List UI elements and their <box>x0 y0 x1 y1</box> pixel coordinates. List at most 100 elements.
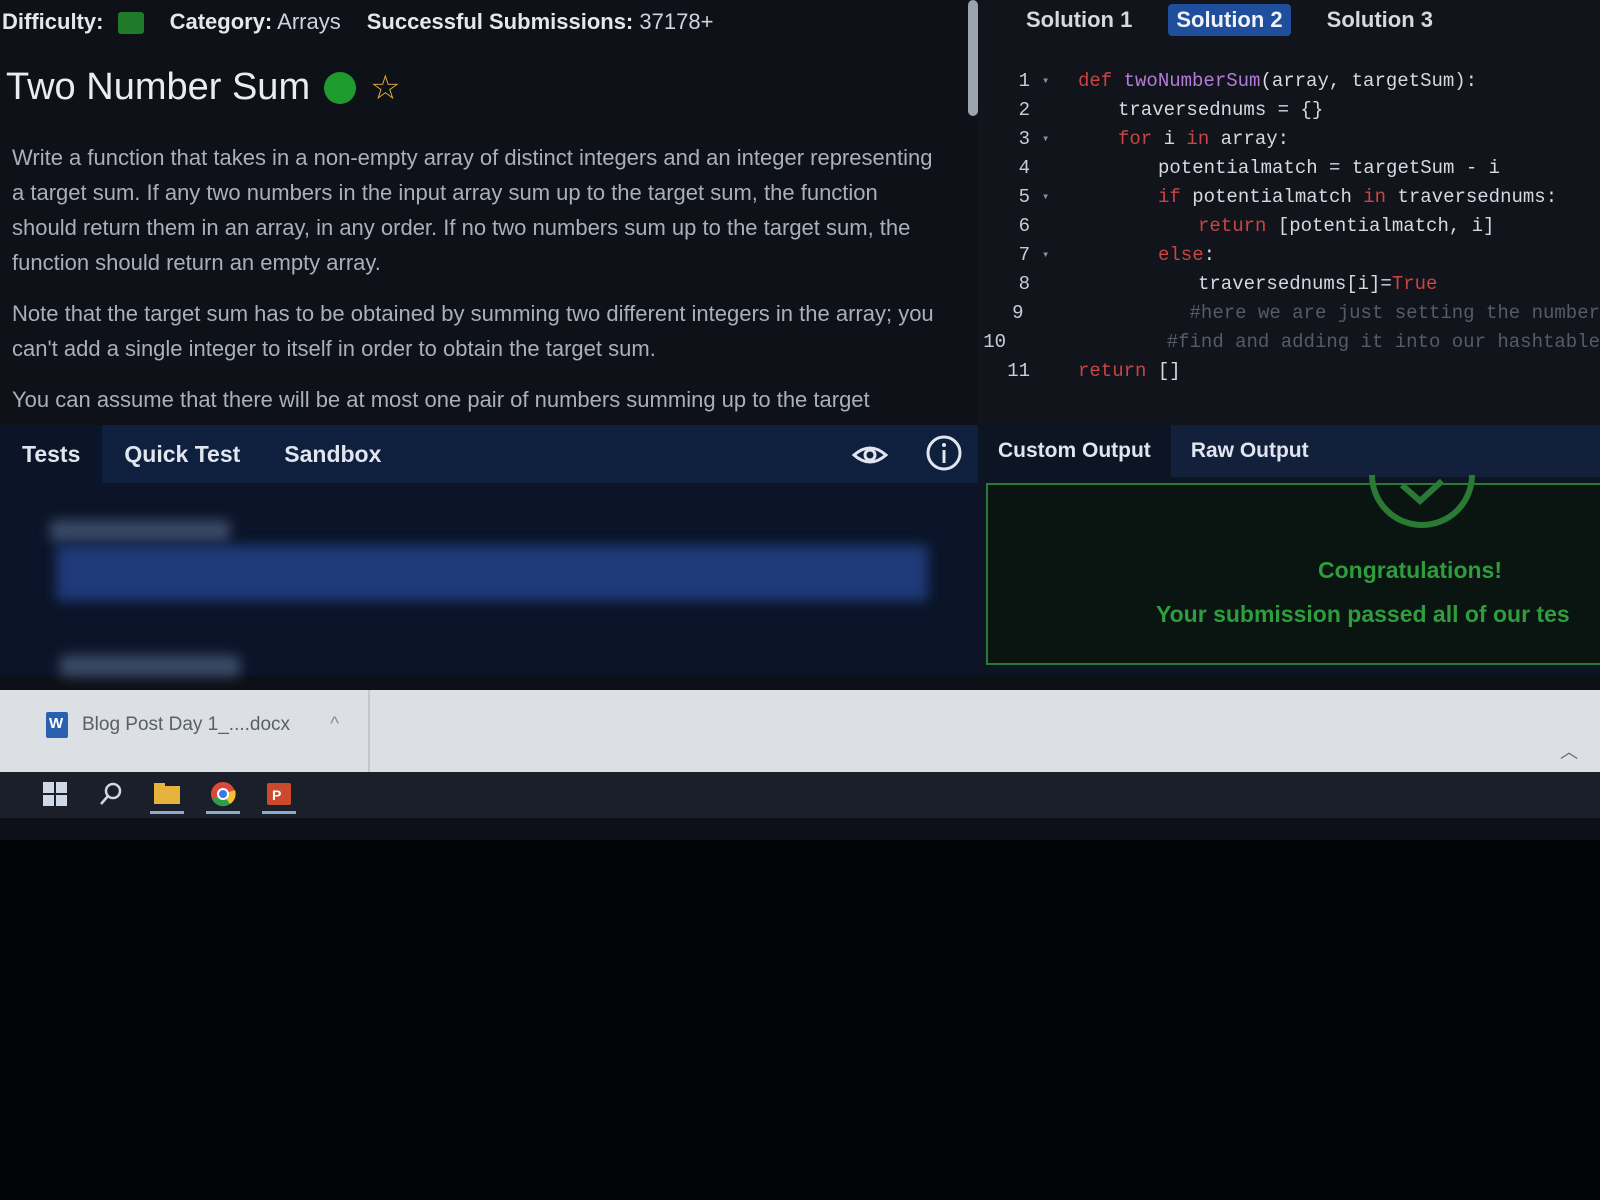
description-paragraph: You can assume that there will be at mos… <box>12 387 870 412</box>
code-token: traversednums: <box>1397 185 1558 208</box>
code-line[interactable]: 1 ▾ def twoNumberSum(array, targetSum): <box>978 66 1600 95</box>
line-number: 11 <box>1007 359 1030 382</box>
category-value: Arrays <box>277 9 341 34</box>
test-case-blurred <box>50 520 230 542</box>
pane-scrollbar[interactable] <box>968 0 978 116</box>
line-number: 9 <box>1012 301 1024 324</box>
code-token: #here we are just setting the number <box>1189 301 1600 324</box>
code-editor[interactable]: 1 ▾ def twoNumberSum(array, targetSum): 2 tr… <box>978 66 1600 385</box>
test-case-blurred <box>60 655 240 677</box>
fold-arrow-icon[interactable]: ▾ <box>1042 189 1058 204</box>
tab-solution-3[interactable]: Solution 3 <box>1319 4 1441 36</box>
code-token: potentialmatch = targetSum - i <box>1158 156 1501 179</box>
chrome-icon[interactable] <box>206 777 240 814</box>
word-document-icon <box>46 712 68 738</box>
code-line[interactable]: 6 return [potentialmatch, i] <box>978 211 1600 240</box>
tab-solution-1[interactable]: Solution 1 <box>1018 4 1140 36</box>
problem-description: Write a function that takes in a non-emp… <box>12 140 942 433</box>
fold-arrow-icon[interactable]: ▾ <box>1042 73 1058 88</box>
chevron-up-icon[interactable]: ^ <box>330 714 339 736</box>
downloads-bar: Blog Post Day 1_....docx ^ ︿ <box>0 690 1600 772</box>
difficulty-indicator <box>117 12 144 35</box>
line-number: 10 <box>983 330 1007 353</box>
tab-tests[interactable]: Tests <box>0 425 103 483</box>
code-token: [potentialmatch, i] <box>1277 214 1495 237</box>
code-text: #here we are just setting the number <box>1050 302 1600 324</box>
description-paragraph: Note that the target sum has to be obtai… <box>12 301 934 361</box>
category: Category: Arrays <box>170 9 341 35</box>
code-text: #find and adding it into our hashtable <box>1027 331 1600 353</box>
category-label: Category: <box>169 9 273 34</box>
problem-meta-bar: Difficulty: Category: Arrays Successful … <box>0 0 980 44</box>
title-row: Two Number Sum ☆ <box>6 66 401 109</box>
code-line[interactable]: 2 traversednums = {} <box>978 95 1600 124</box>
code-token: in <box>1186 127 1221 150</box>
download-filename: Blog Post Day 1_....docx <box>82 714 291 735</box>
success-message: Your submission passed all of our tes <box>1156 601 1570 627</box>
line-number: 2 <box>1018 98 1030 121</box>
code-line[interactable]: 7 ▾ else: <box>978 240 1600 269</box>
laptop-screen: Difficulty: Category: Arrays Successful … <box>0 0 1600 840</box>
code-token: array: <box>1220 127 1290 150</box>
code-text: traversednums = {} <box>1058 99 1323 121</box>
code-token: def <box>1078 69 1124 92</box>
code-line[interactable]: 5 ▾ if potentialmatch in traversednums: <box>978 182 1600 211</box>
solution-pane: Solution 1 Solution 2 Solution 3 1 ▾ def t… <box>978 0 1600 425</box>
line-number: 7 <box>1018 243 1030 266</box>
fold-arrow-icon[interactable]: ▾ <box>1042 131 1058 146</box>
code-line[interactable]: 10 #find and adding it into our hashtable <box>978 327 1600 356</box>
code-token: traversednums = {} <box>1118 98 1324 121</box>
success-box: Congratulations! Your submission passed … <box>986 475 1600 665</box>
taskbar: P <box>0 772 1600 818</box>
code-token: #find and adding it into our hashtable <box>1166 330 1600 353</box>
code-token: in <box>1363 185 1398 208</box>
code-text: return [potentialmatch, i] <box>1058 215 1494 237</box>
tab-solution-2[interactable]: Solution 2 <box>1168 4 1291 36</box>
download-item[interactable]: Blog Post Day 1_....docx ^ <box>46 712 339 738</box>
tests-tabs: Tests Quick Test Sandbox <box>0 425 978 483</box>
code-token: twoNumberSum <box>1123 69 1261 92</box>
download-separator <box>368 690 370 772</box>
tab-sandbox[interactable]: Sandbox <box>262 425 403 483</box>
code-token: [] <box>1157 359 1181 382</box>
code-text: def twoNumberSum(array, targetSum): <box>1058 70 1477 92</box>
code-line[interactable]: 11 return [] <box>978 356 1600 385</box>
info-icon[interactable] <box>924 433 964 473</box>
tests-panel: Tests Quick Test Sandbox <box>0 425 978 677</box>
code-line[interactable]: 9 #here we are just setting the number <box>978 298 1600 327</box>
code-token: for <box>1118 127 1164 150</box>
search-icon[interactable] <box>94 777 128 814</box>
line-number: 3 <box>1018 127 1030 150</box>
eye-icon[interactable] <box>850 435 890 475</box>
difficulty-label: Difficulty: <box>2 9 104 34</box>
laptop-keyboard <box>0 840 1600 1200</box>
code-line[interactable]: 8 traversednums[i]=True <box>978 269 1600 298</box>
code-text: return [] <box>1058 360 1181 382</box>
code-text: else: <box>1058 244 1215 266</box>
code-line[interactable]: 3 ▾ for i in array: <box>978 124 1600 153</box>
code-token: if <box>1158 185 1193 208</box>
test-case-input-blurred <box>56 545 928 601</box>
chevron-up-icon[interactable]: ︿ <box>1560 738 1578 764</box>
submissions-value: 37178+ <box>639 9 714 34</box>
tab-raw-output[interactable]: Raw Output <box>1171 425 1329 477</box>
output-tabs: Custom Output Raw Output <box>978 425 1600 477</box>
tab-custom-output[interactable]: Custom Output <box>978 425 1171 477</box>
code-line[interactable]: 4 potentialmatch = targetSum - i <box>978 153 1600 182</box>
line-number: 1 <box>1018 69 1030 92</box>
tab-quick-test[interactable]: Quick Test <box>102 425 262 483</box>
code-token: : <box>1203 243 1216 266</box>
windows-start-icon[interactable] <box>38 777 72 814</box>
file-explorer-icon[interactable] <box>150 777 184 814</box>
description-paragraph: Write a function that takes in a non-emp… <box>12 145 933 275</box>
page-title: Two Number Sum <box>6 66 311 108</box>
code-token: traversednums[i]= <box>1198 272 1392 295</box>
fold-arrow-icon[interactable]: ▾ <box>1042 247 1058 262</box>
powerpoint-icon[interactable]: P <box>262 777 296 814</box>
code-text: if potentialmatch in traversednums: <box>1058 186 1557 208</box>
submissions: Successful Submissions: 37178+ <box>367 9 714 35</box>
code-token: (array, targetSum): <box>1260 69 1478 92</box>
star-icon[interactable]: ☆ <box>370 71 400 105</box>
svg-text:P: P <box>272 787 281 803</box>
code-token: i <box>1163 127 1187 150</box>
